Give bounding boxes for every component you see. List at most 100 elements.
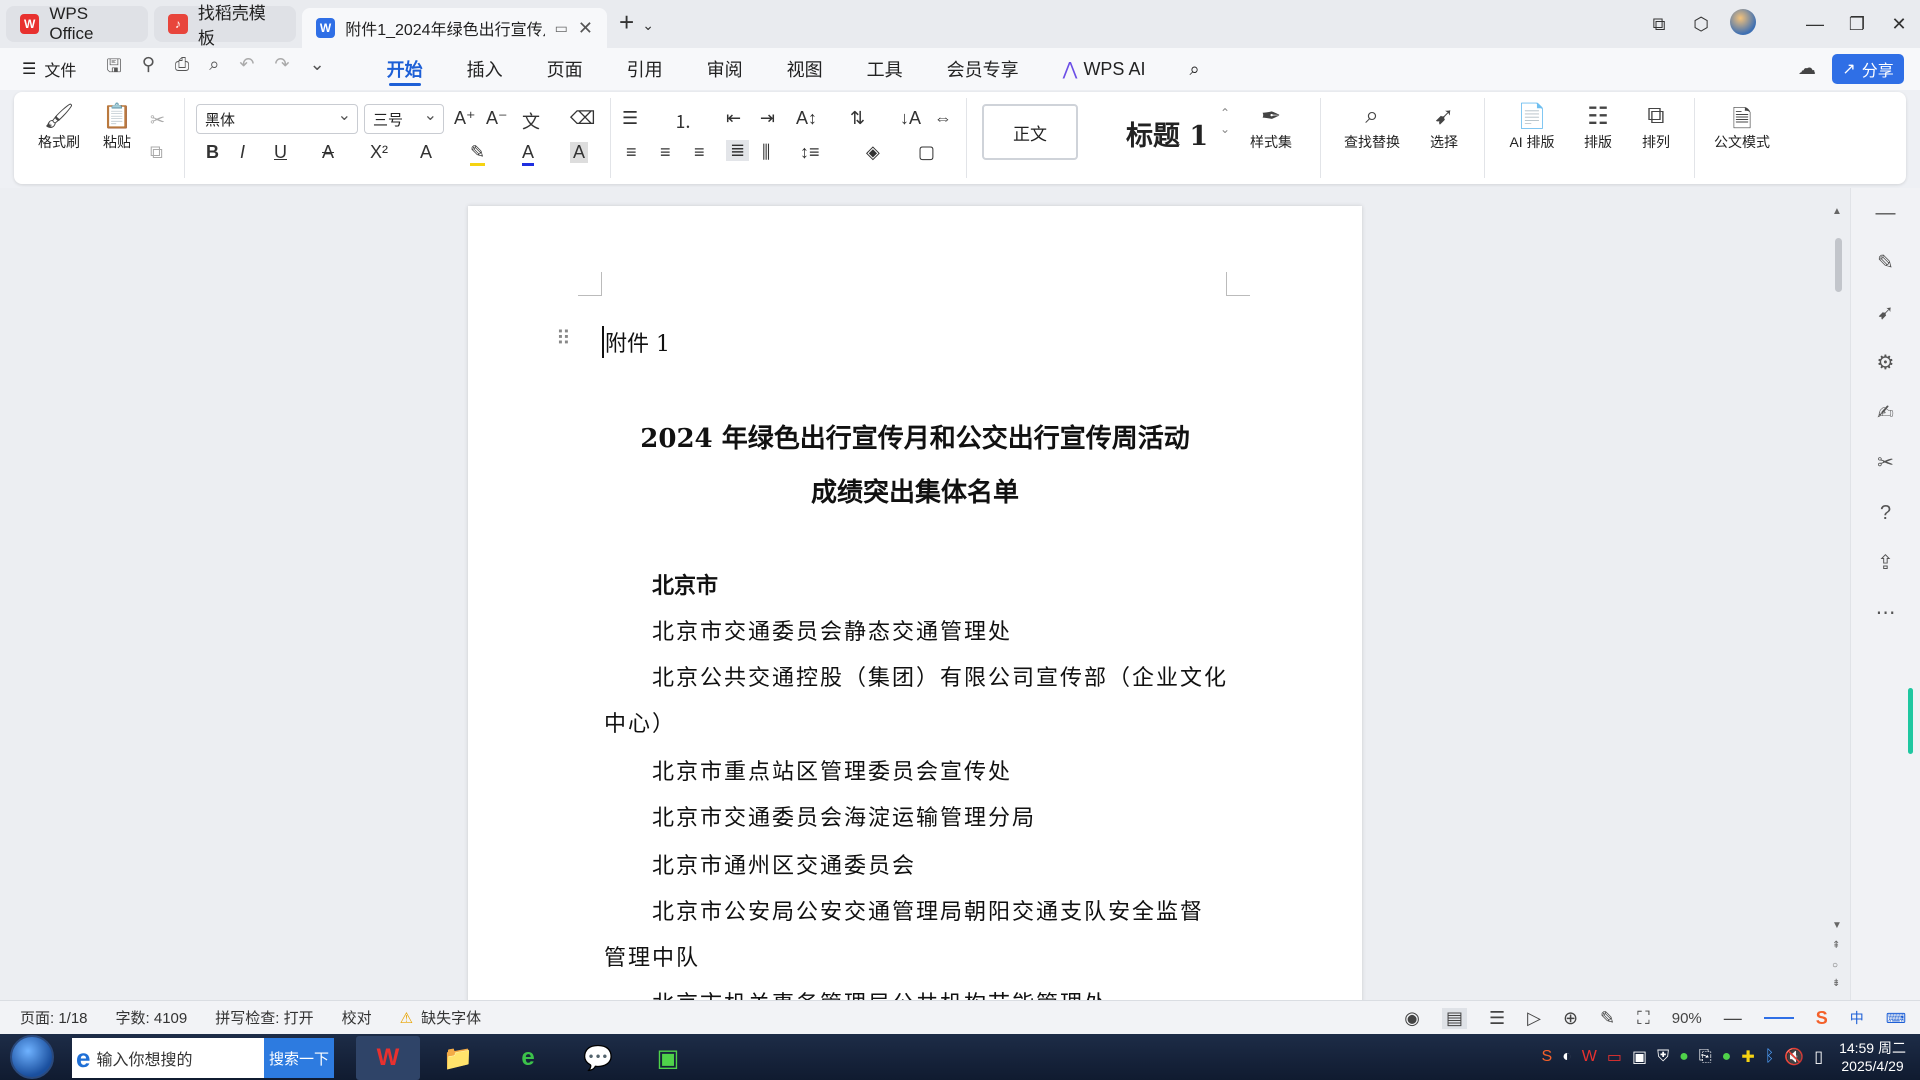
maximize-icon[interactable]: ❐ [1836, 14, 1878, 35]
layout-button[interactable]: ☷ 排版 [1572, 102, 1624, 152]
more-chevron-icon[interactable]: ⌄ [310, 54, 325, 84]
tab-insert[interactable]: 插入 [445, 48, 525, 90]
explorer-taskbar-icon[interactable]: 📁 [426, 1036, 490, 1080]
arrange-button[interactable]: ⧉ 排列 [1630, 102, 1682, 152]
eraser-icon[interactable]: ⌫ [570, 108, 595, 129]
ime-chinese-icon[interactable]: 中 [1850, 1008, 1864, 1028]
share-button[interactable]: ↗ 分享 [1832, 54, 1904, 84]
redo-icon[interactable]: ↷ [274, 54, 289, 84]
taskbar-search[interactable]: e 输入你想搜的 搜索一下 [72, 1038, 334, 1078]
outline-view-icon[interactable]: ☰ [1489, 1008, 1505, 1029]
ink-icon[interactable]: ✍ [1851, 388, 1920, 438]
align-left-icon[interactable]: ≡ [626, 142, 637, 163]
word-count[interactable]: 字数: 4109 [116, 1007, 188, 1028]
text-direction-icon[interactable]: A↕ [796, 108, 817, 129]
network-tray-icon[interactable]: ▯ [1814, 1047, 1823, 1067]
decrease-indent-icon[interactable]: ⇤ [726, 108, 741, 129]
undo-icon[interactable]: ↶ [239, 54, 254, 84]
copy-icon[interactable]: ⧉ [150, 142, 163, 163]
prev-page-icon[interactable]: ⇞ [1832, 940, 1840, 951]
browser-tray-icon[interactable]: ◐ [1562, 1048, 1572, 1066]
tab-template[interactable]: ♪ 找稻壳模板 [154, 4, 296, 48]
style-set-button[interactable]: ✒ 样式集 [1238, 102, 1304, 152]
page-indicator[interactable]: 页面: 1/18 [20, 1007, 88, 1028]
style-scroll-down-icon[interactable]: ⌄ [1220, 122, 1230, 136]
style-heading-1[interactable]: 标题 1 [1126, 114, 1208, 153]
share-panel-icon[interactable]: ⇪ [1851, 538, 1920, 588]
superscript-icon[interactable]: X² [370, 142, 388, 163]
print-icon[interactable]: ⎙ [175, 54, 189, 84]
avatar[interactable] [1722, 8, 1764, 40]
window-restore-icon[interactable]: ⧉ [1638, 14, 1680, 35]
numbered-list-icon[interactable]: ⒈ [674, 108, 692, 134]
zoom-out-icon[interactable]: — [1724, 1008, 1742, 1029]
grow-font-icon[interactable]: A⁺ [454, 108, 476, 129]
search-button[interactable]: 搜索一下 [264, 1038, 334, 1078]
wps-tray-icon[interactable]: W [1582, 1048, 1597, 1066]
column-icon[interactable]: ⫼ [762, 142, 770, 163]
drag-handle-icon[interactable]: ⠿ [556, 326, 571, 351]
text-effect-icon[interactable]: A [420, 142, 432, 163]
line-spacing-icon[interactable]: ↕≡ [800, 142, 820, 163]
more-icon[interactable]: ⋯ [1851, 588, 1920, 638]
sogou-ime-icon[interactable]: S [1816, 1008, 1828, 1029]
start-button[interactable] [10, 1035, 54, 1079]
collapse-icon[interactable]: — [1851, 188, 1920, 238]
shrink-font-icon[interactable]: A⁻ [486, 108, 508, 129]
document-workspace[interactable] [0, 188, 1850, 1000]
bluetooth-tray-icon[interactable]: ᛒ [1765, 1048, 1775, 1066]
cursor-select-icon[interactable]: ➹ [1851, 288, 1920, 338]
paste-button[interactable]: 📋 粘贴 [92, 102, 142, 152]
style-scroll-up-icon[interactable]: ⌃ [1220, 106, 1230, 120]
tab-member[interactable]: 会员专享 [925, 48, 1041, 90]
ime-tools-icon[interactable]: ⌨ [1886, 1010, 1906, 1027]
search-icon[interactable]: ⌕ [1167, 48, 1221, 90]
official-mode-button[interactable]: 🗎 公文模式 [1704, 102, 1780, 152]
shield-tray-icon[interactable]: ⛨ [1657, 1048, 1669, 1066]
missing-font-button[interactable]: 缺失字体 [421, 1007, 481, 1028]
minimize-icon[interactable]: — [1794, 14, 1836, 35]
cut-icon[interactable]: ✂ [150, 110, 165, 131]
select-browse-icon[interactable]: ○ [1832, 960, 1838, 971]
adjust-icon[interactable]: ⚙ [1851, 338, 1920, 388]
close-window-icon[interactable]: ✕ [1878, 14, 1920, 35]
border-icon[interactable]: ▢ [918, 142, 935, 163]
zoom-level[interactable]: 90% [1672, 1010, 1702, 1027]
wechat-tray-icon[interactable]: ● [1679, 1048, 1689, 1066]
tab-view[interactable]: 视图 [765, 48, 845, 90]
tab-references[interactable]: 引用 [605, 48, 685, 90]
search-input[interactable]: 输入你想搜的 [96, 1046, 192, 1070]
green-tray-icon[interactable]: ● [1722, 1048, 1732, 1066]
cloud-upload-icon[interactable]: ☁ [1798, 58, 1816, 79]
system-clock[interactable]: 14:59 周二 2025/4/29 [1839, 1039, 1906, 1075]
scroll-thumb[interactable] [1835, 238, 1842, 292]
strikethrough-icon[interactable]: A [322, 142, 334, 163]
sort-icon[interactable]: ⇅ [850, 108, 865, 129]
increase-indent-icon[interactable]: ⇥ [760, 108, 775, 129]
tab-home[interactable]: 开始 [365, 48, 445, 90]
align-center-icon[interactable]: ≡ [660, 142, 671, 163]
file-menu[interactable]: ☰ 文件 [22, 57, 76, 81]
ai-layout-button[interactable]: 📄 AI 排版 [1498, 102, 1566, 152]
tab-tools[interactable]: 工具 [845, 48, 925, 90]
sort-az-icon[interactable]: ↓A [900, 108, 921, 129]
zoom-slider[interactable] [1763, 1017, 1794, 1019]
eye-icon[interactable]: ◉ [1404, 1008, 1420, 1029]
web-view-icon[interactable]: ⊕ [1563, 1008, 1578, 1029]
chevron-down-icon[interactable]: ⌄ [642, 17, 654, 34]
print-preview-icon[interactable]: ⌕ [209, 54, 219, 84]
tab-review[interactable]: 审阅 [685, 48, 765, 90]
underline-icon[interactable]: U [274, 142, 287, 163]
italic-icon[interactable]: I [240, 142, 245, 163]
volume-muted-icon[interactable]: 🔇 [1784, 1047, 1804, 1067]
draw-icon[interactable]: ✎ [1600, 1008, 1615, 1029]
justify-icon[interactable]: ≣ [726, 140, 750, 161]
font-name-select[interactable]: 黑体 [196, 104, 358, 134]
pen-icon[interactable]: ✎ [1851, 238, 1920, 288]
cube-icon[interactable]: ⬡ [1680, 14, 1722, 35]
format-icon[interactable]: ⚲ [142, 54, 155, 84]
bold-icon[interactable]: B [206, 142, 219, 163]
font-size-select[interactable]: 三号 [364, 104, 444, 134]
tab-page[interactable]: 页面 [525, 48, 605, 90]
scroll-down-icon[interactable]: ▼ [1832, 920, 1842, 931]
